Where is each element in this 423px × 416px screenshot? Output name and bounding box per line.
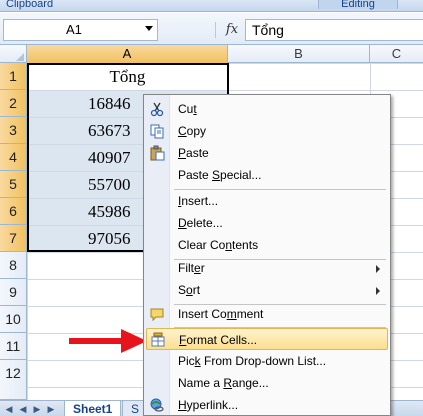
row-header-8[interactable]: 8 xyxy=(0,252,27,279)
row-header-5[interactable]: 5 xyxy=(0,171,27,198)
menu-item-label: Hyperlink... xyxy=(178,398,239,412)
context-menu: Cut Copy Paste Paste Special... Insert..… xyxy=(143,94,391,416)
cell-a1[interactable]: Tổng xyxy=(28,64,227,90)
menu-item-label: Pick From Drop-down List... xyxy=(178,354,327,368)
red-arrow-icon xyxy=(69,329,147,353)
menu-item-label: Sort xyxy=(178,283,201,297)
menu-item-label: Clear Contents xyxy=(178,238,259,252)
menu-item-paste-special[interactable]: Paste Special... xyxy=(146,164,388,186)
ribbon-strip: Clipboard Editing xyxy=(0,0,423,12)
sheet-tab-sheet1[interactable]: Sheet1 xyxy=(64,401,122,416)
ribbon-group-clipboard[interactable]: Clipboard xyxy=(6,0,53,10)
name-box[interactable]: A1 xyxy=(3,19,158,41)
formula-bar: A1 fx Tổng xyxy=(0,13,423,45)
submenu-arrow-icon xyxy=(376,287,380,295)
submenu-arrow-icon xyxy=(376,265,380,273)
row-header-2[interactable]: 2 xyxy=(0,90,27,117)
format-cells-icon xyxy=(151,332,165,347)
menu-item-label: Name a Range... xyxy=(178,376,269,390)
last-sheet-icon[interactable]: ▶ xyxy=(44,403,58,415)
select-all-corner[interactable] xyxy=(0,45,27,63)
menu-item-label: Cut xyxy=(178,102,197,116)
menu-item-label: Format Cells... xyxy=(179,333,258,347)
menu-item-insert-comment[interactable]: Insert Comment xyxy=(146,303,388,325)
menu-item-format-cells[interactable]: Format Cells... xyxy=(146,328,388,350)
name-box-dropdown-icon[interactable] xyxy=(145,26,153,31)
menu-item-paste[interactable]: Paste xyxy=(146,142,388,164)
insert-function-button[interactable]: fx xyxy=(222,20,242,40)
menu-item-label: Filter xyxy=(178,261,205,275)
menu-item-cut[interactable]: Cut xyxy=(146,98,388,120)
menu-item-copy[interactable]: Copy xyxy=(146,120,388,142)
next-sheet-icon[interactable]: ▶ xyxy=(30,403,44,415)
menu-item-filter[interactable]: Filter xyxy=(146,257,388,279)
menu-item-name-a-range[interactable]: Name a Range... xyxy=(146,372,388,394)
row-header-7[interactable]: 7 xyxy=(0,225,27,252)
ribbon-group-editing[interactable]: Editing xyxy=(318,0,398,10)
menu-item-label: Paste xyxy=(178,146,209,160)
row-header-3[interactable]: 3 xyxy=(0,117,27,144)
row-header-12[interactable]: 12 xyxy=(0,360,27,400)
comment-icon xyxy=(150,308,164,322)
menu-item-sort[interactable]: Sort xyxy=(146,279,388,301)
row-header-10[interactable]: 10 xyxy=(0,306,27,333)
paste-icon xyxy=(150,145,165,161)
scissors-icon xyxy=(150,102,164,117)
formula-bar-separator xyxy=(215,22,216,38)
row-header-9[interactable]: 9 xyxy=(0,279,27,306)
menu-item-insert[interactable]: Insert... xyxy=(146,190,388,212)
prev-sheet-icon[interactable]: ◀ xyxy=(16,403,30,415)
menu-item-label: Copy xyxy=(178,124,207,138)
menu-item-clear-contents[interactable]: Clear Contents xyxy=(146,234,388,256)
menu-item-label: Paste Special... xyxy=(178,168,262,182)
column-headers: A B C xyxy=(0,45,423,63)
row-header-11[interactable]: 11 xyxy=(0,333,27,360)
column-header-a[interactable]: A xyxy=(27,45,228,63)
row-header-1[interactable]: 1 xyxy=(0,63,27,90)
menu-item-label: Insert... xyxy=(178,194,219,208)
row-header-4[interactable]: 4 xyxy=(0,144,27,171)
formula-input[interactable]: Tổng xyxy=(245,19,423,41)
hyperlink-icon xyxy=(150,398,164,412)
menu-item-pick-from-dropdown[interactable]: Pick From Drop-down List... xyxy=(146,350,388,372)
column-header-b[interactable]: B xyxy=(228,45,370,63)
first-sheet-icon[interactable]: ◀ xyxy=(2,403,16,415)
copy-icon xyxy=(150,124,164,139)
menu-item-hyperlink[interactable]: Hyperlink... xyxy=(146,394,388,416)
row-header-6[interactable]: 6 xyxy=(0,198,27,225)
column-header-c[interactable]: C xyxy=(370,45,423,63)
menu-item-label: Delete... xyxy=(178,216,223,230)
menu-item-label: Insert Comment xyxy=(178,307,264,321)
menu-item-delete[interactable]: Delete... xyxy=(146,212,388,234)
